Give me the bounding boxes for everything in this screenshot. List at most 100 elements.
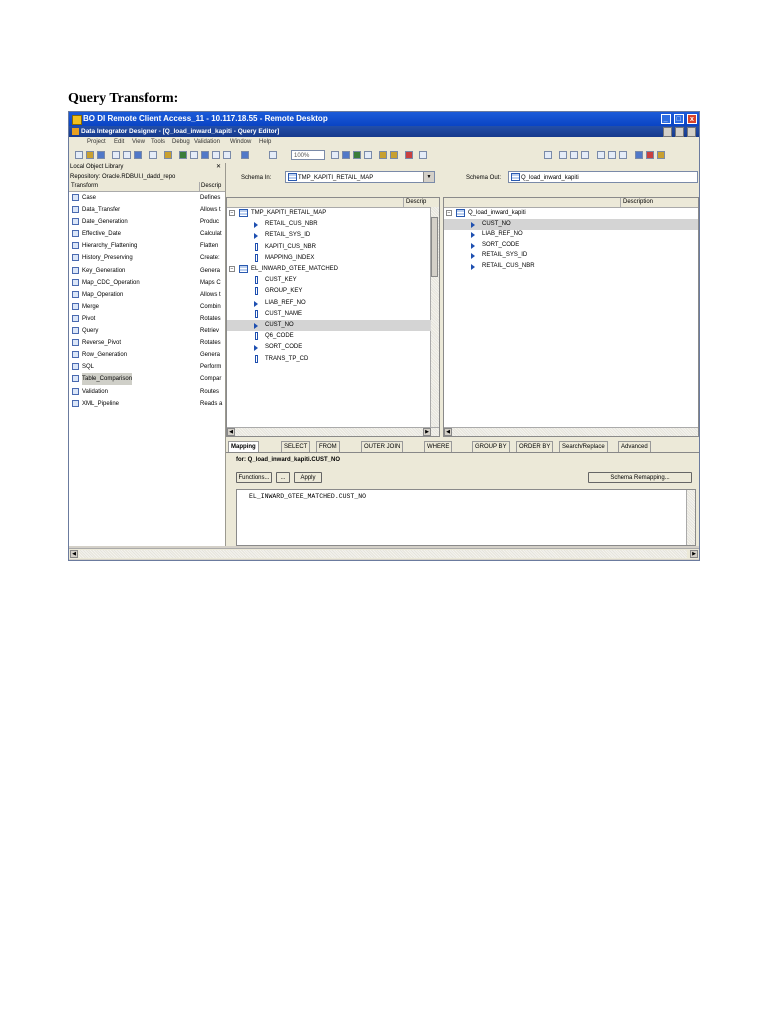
schema-out-hscroll[interactable]: ◀: [444, 427, 698, 436]
view-data-icon[interactable]: [364, 151, 372, 159]
schema-in-column[interactable]: MAPPING_INDEX: [227, 253, 431, 264]
menu-project[interactable]: Project: [87, 137, 106, 148]
app-minimize-button[interactable]: [663, 127, 673, 137]
print-icon[interactable]: [149, 151, 157, 159]
schema-in-table[interactable]: − TMP_KAPITI_RETAIL_MAP: [227, 208, 431, 219]
transform-item[interactable]: Pivot Rotates: [69, 313, 225, 325]
schema-in-tree[interactable]: Descrip ◀ ▶ − TMP_KAPITI_RETAIL_MAP RETAIL…: [226, 197, 440, 437]
schema-out-select[interactable]: Q_load_inward_kapiti: [508, 171, 698, 183]
transform-item[interactable]: Table_Comparison Compar: [69, 373, 225, 386]
debug-stop-icon[interactable]: [619, 151, 627, 159]
tab-order-by[interactable]: ORDER BY: [516, 441, 554, 452]
tab-advanced[interactable]: Advanced: [618, 441, 651, 452]
cut-icon[interactable]: [112, 151, 120, 159]
scroll-right-icon[interactable]: ▶: [423, 428, 431, 436]
transform-item[interactable]: SQL Perform: [69, 361, 225, 373]
schema-in-table[interactable]: − EL_INWARD_GTEE_MATCHED: [227, 264, 431, 275]
schema-in-column[interactable]: GROUP_KEY: [227, 286, 431, 297]
schema-in-column[interactable]: RETAIL_SYS_ID: [227, 230, 431, 241]
schema-out-column[interactable]: RETAIL_CUS_NBR: [444, 261, 698, 272]
schema-in-column[interactable]: LIAB_REF_NO: [227, 298, 431, 309]
open-icon[interactable]: [86, 151, 94, 159]
schema-in-column[interactable]: CUST_NAME: [227, 309, 431, 320]
schema-in-desc-header[interactable]: Descrip: [403, 198, 426, 207]
record-icon[interactable]: [646, 151, 654, 159]
app-close-button[interactable]: [687, 127, 696, 137]
schema-in-vscroll[interactable]: [430, 207, 439, 429]
column-header-transform[interactable]: Transform: [71, 182, 98, 191]
paste-icon[interactable]: [134, 151, 142, 159]
menu-tools[interactable]: Tools: [151, 137, 165, 148]
zoom-icon[interactable]: [544, 151, 552, 159]
scroll-thumb[interactable]: [431, 217, 438, 277]
validate-icon[interactable]: [331, 151, 339, 159]
central-repo-icon[interactable]: [241, 151, 249, 159]
options-icon[interactable]: [657, 151, 665, 159]
debug-step-over-icon[interactable]: [570, 151, 578, 159]
validate-all-icon[interactable]: [342, 151, 350, 159]
transform-item[interactable]: Data_Transfer Allows t: [69, 204, 225, 216]
tab-outer-join[interactable]: OUTER JOIN: [361, 441, 404, 452]
menu-edit[interactable]: Edit: [114, 137, 124, 148]
debug-step-icon[interactable]: [559, 151, 567, 159]
schema-out-root[interactable]: − Q_load_inward_kapiti: [444, 208, 698, 219]
column-header-description[interactable]: Descrip: [199, 182, 221, 191]
designer-hscroll[interactable]: ◀ ▶: [69, 548, 699, 559]
schema-out-column[interactable]: SORT_CODE: [444, 240, 698, 251]
schema-in-column[interactable]: CUST_KEY: [227, 275, 431, 286]
schema-in-column[interactable]: TRANS_TP_CD: [227, 354, 431, 365]
scroll-left-icon[interactable]: ◀: [70, 550, 78, 558]
forward-arrow-icon[interactable]: [390, 151, 398, 159]
close-button[interactable]: x: [687, 114, 697, 124]
menu-debug[interactable]: Debug: [172, 137, 190, 148]
menu-validation[interactable]: Validation: [194, 137, 220, 148]
menu-view[interactable]: View: [132, 137, 145, 148]
menu-window[interactable]: Window: [230, 137, 251, 148]
schema-out-column[interactable]: RETAIL_SYS_ID: [444, 250, 698, 261]
transform-item[interactable]: History_Preserving Create:: [69, 252, 225, 264]
back-arrow-icon[interactable]: [379, 151, 387, 159]
transform-item[interactable]: Date_Generation Produc: [69, 216, 225, 228]
debug-run-icon[interactable]: [597, 151, 605, 159]
menu-help[interactable]: Help: [259, 137, 271, 148]
transform-item[interactable]: Validation Routes: [69, 386, 225, 398]
tools-icon[interactable]: [164, 151, 172, 159]
collapse-icon[interactable]: −: [229, 210, 235, 216]
schema-in-column[interactable]: SORT_CODE: [227, 342, 431, 353]
chevron-down-icon[interactable]: ▼: [423, 172, 434, 182]
transform-item[interactable]: Reverse_Pivot Rotates: [69, 337, 225, 349]
scroll-left-icon[interactable]: ◀: [444, 428, 452, 436]
schema-out-tree[interactable]: Description ◀ − Q_load_inward_kapiti CUST_…: [443, 197, 699, 437]
transform-item[interactable]: Effective_Date Calculat: [69, 228, 225, 240]
minimize-button[interactable]: _: [660, 114, 671, 124]
schema-out-column[interactable]: CUST_NO: [444, 219, 698, 230]
tab-search-replace[interactable]: Search/Replace: [559, 441, 608, 452]
back-icon[interactable]: [269, 151, 277, 159]
output-icon[interactable]: [223, 151, 231, 159]
maximize-button[interactable]: □: [673, 114, 684, 124]
tab-mapping[interactable]: Mapping: [228, 441, 259, 452]
schema-remapping-button[interactable]: Schema Remapping...: [588, 472, 692, 483]
project-area-icon[interactable]: [190, 151, 198, 159]
app-restore-button[interactable]: [675, 127, 685, 137]
tab-where[interactable]: WHERE: [424, 441, 453, 452]
stop-icon[interactable]: [405, 151, 413, 159]
scroll-right-icon[interactable]: ▶: [690, 550, 698, 558]
collapse-icon[interactable]: −: [446, 210, 452, 216]
transform-item[interactable]: XML_Pipeline Reads a: [69, 398, 225, 410]
scroll-track[interactable]: [79, 550, 687, 558]
schema-in-column[interactable]: Q6_CODE: [227, 331, 431, 342]
transform-item[interactable]: Case Defines: [69, 192, 225, 204]
tab-group-by[interactable]: GROUP BY: [472, 441, 510, 452]
schema-in-column[interactable]: RETAIL_CUS_NBR: [227, 219, 431, 230]
collapse-icon[interactable]: −: [229, 266, 235, 272]
schema-in-hscroll[interactable]: ◀ ▶: [227, 427, 439, 436]
tab-from[interactable]: FROM: [316, 441, 340, 452]
new-icon[interactable]: [75, 151, 83, 159]
schema-in-column[interactable]: CUST_NO: [227, 320, 431, 331]
zoom-select[interactable]: 100%: [291, 150, 325, 160]
schema-out-column[interactable]: LIAB_REF_NO: [444, 229, 698, 240]
transform-item[interactable]: Key_Generation Genera: [69, 265, 225, 277]
execute-icon[interactable]: [353, 151, 361, 159]
transform-item[interactable]: Map_Operation Allows t: [69, 289, 225, 301]
